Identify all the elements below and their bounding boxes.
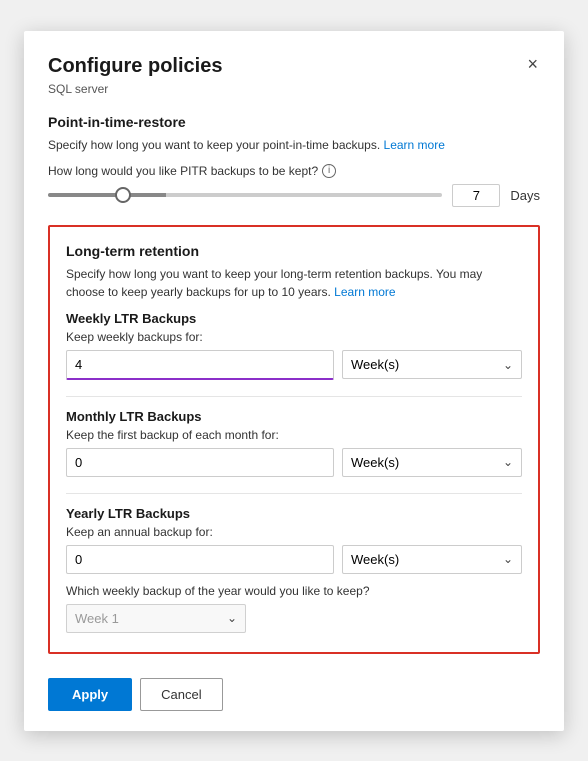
which-week-label: Which weekly backup of the year would yo… xyxy=(66,584,522,598)
dialog-subtitle: SQL server xyxy=(48,82,540,96)
ltr-section-title: Long-term retention xyxy=(66,243,522,259)
cancel-button[interactable]: Cancel xyxy=(140,678,222,711)
monthly-subsection: Monthly LTR Backups Keep the first backu… xyxy=(66,409,522,477)
divider-2 xyxy=(66,493,522,494)
weekly-title: Weekly LTR Backups xyxy=(66,311,522,326)
monthly-label: Keep the first backup of each month for: xyxy=(66,428,522,442)
yearly-subsection: Yearly LTR Backups Keep an annual backup… xyxy=(66,506,522,633)
divider-1 xyxy=(66,396,522,397)
yearly-input-row: Week(s) ⌄ xyxy=(66,545,522,574)
week-of-year-chevron-icon: ⌄ xyxy=(227,611,237,625)
weekly-unit-chevron-icon: ⌄ xyxy=(503,358,513,372)
yearly-title: Yearly LTR Backups xyxy=(66,506,522,521)
dialog-title: Configure policies xyxy=(48,55,222,78)
weekly-unit-select[interactable]: Week(s) ⌄ xyxy=(342,350,522,379)
monthly-title: Monthly LTR Backups xyxy=(66,409,522,424)
monthly-value-input[interactable] xyxy=(66,448,334,477)
monthly-unit-select[interactable]: Week(s) ⌄ xyxy=(342,448,522,477)
pitr-learn-more-link[interactable]: Learn more xyxy=(384,138,445,152)
apply-button[interactable]: Apply xyxy=(48,678,132,711)
pitr-slider[interactable] xyxy=(48,193,442,197)
weekly-value-input[interactable] xyxy=(66,350,334,380)
pitr-slider-label: How long would you like PITR backups to … xyxy=(48,164,540,178)
weekly-subsection: Weekly LTR Backups Keep weekly backups f… xyxy=(66,311,522,380)
monthly-unit-chevron-icon: ⌄ xyxy=(503,455,513,469)
configure-policies-dialog: Configure policies × SQL server Point-in… xyxy=(24,31,564,731)
yearly-unit-select[interactable]: Week(s) ⌄ xyxy=(342,545,522,574)
pitr-days-input[interactable] xyxy=(452,184,500,207)
weekly-label: Keep weekly backups for: xyxy=(66,330,522,344)
dialog-header: Configure policies × xyxy=(48,55,540,78)
weekly-input-row: Week(s) ⌄ xyxy=(66,350,522,380)
pitr-description: Specify how long you want to keep your p… xyxy=(48,136,540,154)
yearly-unit-chevron-icon: ⌄ xyxy=(503,552,513,566)
pitr-info-icon[interactable]: i xyxy=(322,164,336,178)
pitr-days-unit: Days xyxy=(510,188,540,203)
monthly-input-row: Week(s) ⌄ xyxy=(66,448,522,477)
close-button[interactable]: × xyxy=(525,55,540,73)
week-of-year-select: Week 1 ⌄ xyxy=(66,604,246,633)
dialog-footer: Apply Cancel xyxy=(48,670,540,711)
yearly-value-input[interactable] xyxy=(66,545,334,574)
ltr-description: Specify how long you want to keep your l… xyxy=(66,265,522,301)
pitr-section: Point-in-time-restore Specify how long y… xyxy=(48,114,540,207)
ltr-learn-more-link[interactable]: Learn more xyxy=(334,285,395,299)
ltr-section: Long-term retention Specify how long you… xyxy=(48,225,540,654)
pitr-slider-row: Days xyxy=(48,184,540,207)
yearly-label: Keep an annual backup for: xyxy=(66,525,522,539)
pitr-section-title: Point-in-time-restore xyxy=(48,114,540,130)
